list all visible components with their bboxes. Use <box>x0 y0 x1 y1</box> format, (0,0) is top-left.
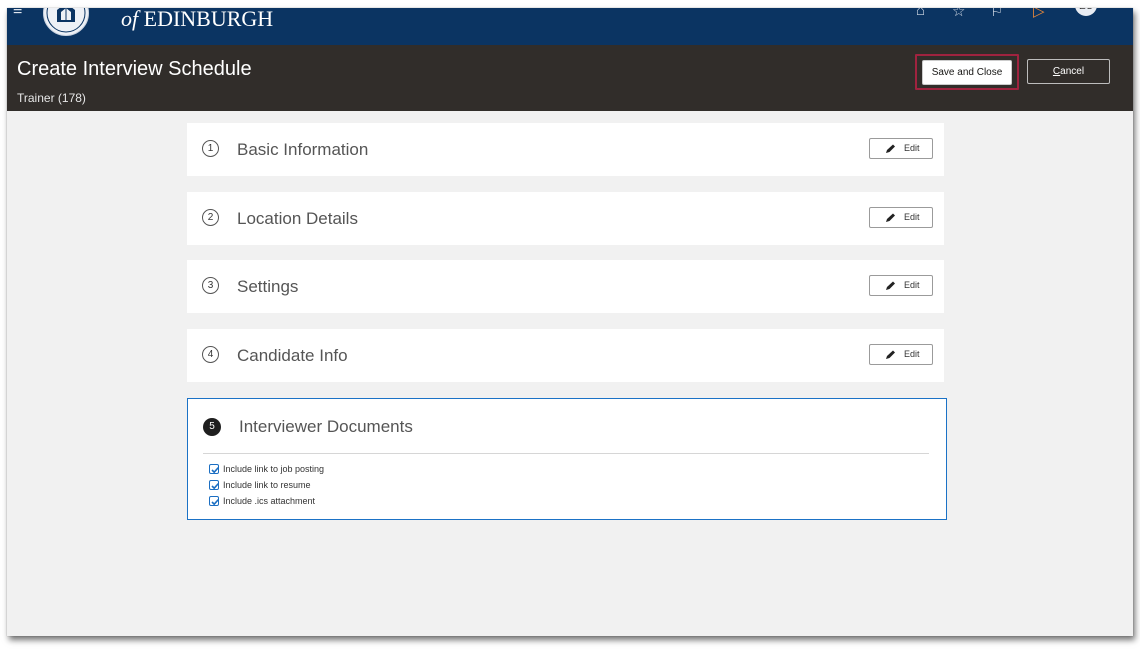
step-number: 2 <box>202 209 219 226</box>
notifications-icon[interactable]: ▷ <box>1033 8 1045 20</box>
checkmark-icon <box>211 483 219 490</box>
section-divider <box>203 453 929 454</box>
edit-button[interactable]: Edit <box>869 207 933 228</box>
step-card-interviewer-documents: 5 Interviewer Documents Include link to … <box>187 398 947 520</box>
page-title-bar: Create Interview Schedule Trainer (178) … <box>7 45 1133 111</box>
favorites-star-icon[interactable]: ☆ <box>952 8 965 20</box>
edit-button[interactable]: Edit <box>869 138 933 159</box>
checkbox-label: Include .ics attachment <box>223 496 316 506</box>
save-highlight-box: Save and Close <box>915 54 1019 90</box>
cancel-label-rest: ancel <box>1060 66 1085 77</box>
step-title: Location Details <box>237 209 358 228</box>
step-number: 3 <box>202 277 219 294</box>
step-card-candidate-info: 4 Candidate Info Edit <box>187 329 944 382</box>
checkbox-ics-attachment[interactable] <box>209 496 219 506</box>
step-title: Candidate Info <box>237 346 348 365</box>
brand-prefix: of <box>121 8 139 31</box>
home-icon[interactable]: ⌂ <box>916 8 925 19</box>
edit-button[interactable]: Edit <box>869 275 933 296</box>
checkbox-label: Include link to job posting <box>223 464 325 474</box>
cancel-button[interactable]: Cancel <box>1027 59 1110 84</box>
edit-button[interactable]: Edit <box>869 344 933 365</box>
user-avatar[interactable]: EC <box>1075 8 1097 16</box>
pencil-icon <box>886 213 895 222</box>
save-and-close-button[interactable]: Save and Close <box>922 60 1012 85</box>
university-crest-logo[interactable] <box>41 8 91 38</box>
menu-icon[interactable]: ≡ <box>13 8 27 19</box>
checkmark-icon <box>211 467 219 474</box>
brand-wordmark[interactable]: of EDINBURGH <box>121 8 273 32</box>
app-window: ≡ of EDINBURGH ⌂ ☆ ⚐ ▷ EC ⌄ Create Inter… <box>7 8 1133 636</box>
edit-label: Edit <box>904 212 920 222</box>
pencil-icon <box>886 144 895 153</box>
step-card-location-details: 2 Location Details Edit <box>187 192 944 245</box>
brand-name: EDINBURGH <box>143 8 274 31</box>
pencil-icon <box>886 350 895 359</box>
watchlist-flag-icon[interactable]: ⚐ <box>990 8 1003 20</box>
pencil-icon <box>886 281 895 290</box>
step-title-active: Interviewer Documents <box>239 417 413 436</box>
checkbox-job-posting[interactable] <box>209 464 219 474</box>
step-card-settings: 3 Settings Edit <box>187 260 944 313</box>
step-number-active: 5 <box>203 418 221 436</box>
step-number: 4 <box>202 346 219 363</box>
step-title: Settings <box>237 277 299 296</box>
checkbox-label: Include link to resume <box>223 480 311 490</box>
edit-label: Edit <box>904 280 920 290</box>
edit-label: Edit <box>904 349 920 359</box>
chevron-down-icon[interactable]: ⌄ <box>1099 8 1107 11</box>
page-title: Create Interview Schedule <box>17 58 252 80</box>
step-title: Basic Information <box>237 140 369 159</box>
checkbox-resume[interactable] <box>209 480 219 490</box>
step-card-basic-information: 1 Basic Information Edit <box>187 123 944 176</box>
step-number: 1 <box>202 140 219 157</box>
brand-header: ≡ of EDINBURGH ⌂ ☆ ⚐ ▷ EC ⌄ <box>7 8 1133 45</box>
page-subtitle: Trainer (178) <box>17 91 86 105</box>
checkmark-icon <box>211 499 219 506</box>
edit-label: Edit <box>904 143 920 153</box>
